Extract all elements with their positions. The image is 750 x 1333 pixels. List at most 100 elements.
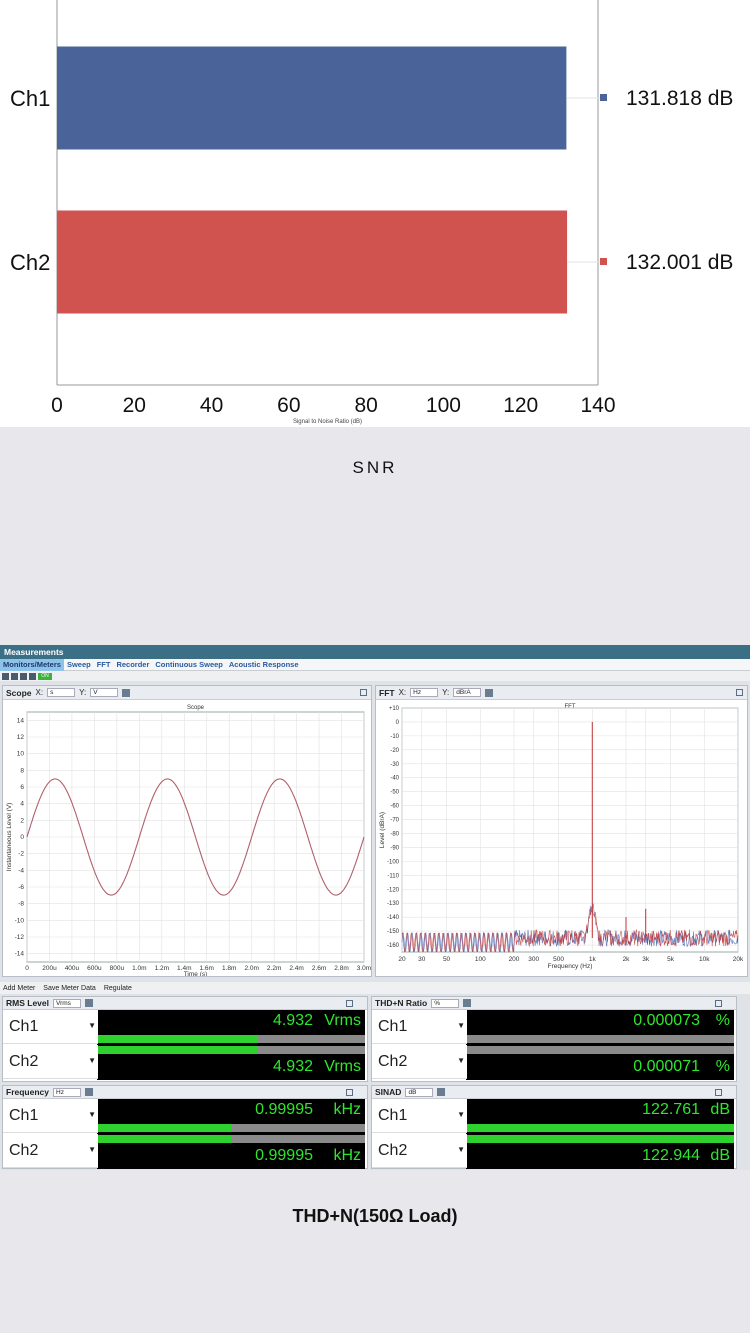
meter-display: 0.99995 kHz 0.99995 kHz bbox=[97, 1099, 365, 1169]
meter-level-bar bbox=[466, 1124, 734, 1132]
meter-channel-row[interactable]: Ch2 ▼ bbox=[372, 1134, 467, 1168]
scope-y-tick-label: 2 bbox=[20, 817, 24, 824]
tab-monitors-meters[interactable]: Monitors/Meters bbox=[0, 658, 64, 671]
meter-popout-icon[interactable] bbox=[346, 1089, 353, 1096]
fft-label: FFT bbox=[379, 687, 395, 698]
fft-y-tick-label: -160 bbox=[387, 943, 400, 949]
tab-acoustic-response[interactable]: Acoustic Response bbox=[226, 659, 302, 671]
meter-channel-label: Ch2 bbox=[9, 1053, 39, 1070]
save-icon[interactable] bbox=[20, 672, 27, 680]
meter-channel-row[interactable]: Ch1 ▼ bbox=[372, 1010, 467, 1044]
meter-channel-row[interactable]: Ch2 ▼ bbox=[3, 1045, 98, 1079]
snr-x-tick-label: 80 bbox=[354, 394, 377, 417]
tab-recorder[interactable]: Recorder bbox=[113, 659, 152, 671]
channel-dropdown-icon[interactable]: ▼ bbox=[457, 1145, 465, 1154]
meter-display: 122.761 dB 122.944 dB bbox=[466, 1099, 734, 1169]
meter-channel-label: Ch1 bbox=[378, 1107, 408, 1124]
regulate-button[interactable]: Regulate bbox=[104, 985, 132, 992]
snr-x-tick-label: 140 bbox=[580, 394, 615, 417]
meter-unit-select[interactable]: Hz bbox=[53, 1087, 81, 1097]
fft-x-unit-select[interactable]: Hz bbox=[410, 688, 439, 697]
meter-value: 4.932 bbox=[272, 1058, 313, 1075]
tab-sweep[interactable]: Sweep bbox=[64, 659, 94, 671]
channel-dropdown-icon[interactable]: ▼ bbox=[88, 1110, 96, 1119]
meter-unit-select[interactable]: dB bbox=[405, 1087, 434, 1097]
fft-y-unit-select[interactable]: dBrA bbox=[453, 688, 482, 697]
fft-y-label: Y: bbox=[442, 688, 450, 697]
snr-bar bbox=[57, 46, 567, 150]
scope-x-label: X: bbox=[35, 688, 44, 697]
fft-x-tick-label: 50 bbox=[443, 956, 451, 963]
scope-x-tick-label: 0 bbox=[25, 965, 29, 972]
meter-channel-label: Ch2 bbox=[378, 1053, 408, 1070]
meter-channel-row[interactable]: Ch1 ▼ bbox=[3, 1099, 98, 1133]
meter-channel-row[interactable]: Ch2 ▼ bbox=[372, 1045, 467, 1079]
channel-dropdown-icon[interactable]: ▼ bbox=[457, 1056, 465, 1065]
snr-value-label: 132.001 dB bbox=[626, 251, 733, 274]
tab-fft[interactable]: FFT bbox=[94, 659, 114, 671]
add-meter-button[interactable]: Add Meter bbox=[3, 985, 35, 992]
meter-popout-icon[interactable] bbox=[715, 1089, 722, 1096]
open-icon[interactable] bbox=[11, 672, 18, 680]
snr-caption: SNR bbox=[352, 458, 398, 477]
on-toggle[interactable]: ON bbox=[38, 672, 52, 680]
meter-panel: SINAD dB 122.761 dB 122.944 dB Ch1 ▼ Ch2 ▼ bbox=[371, 1085, 737, 1169]
scope-y-tick-label: 6 bbox=[20, 784, 24, 791]
meter-title: THD+N Ratio bbox=[375, 998, 428, 1008]
meter-channel-label: Ch1 bbox=[378, 1018, 408, 1035]
channel-dropdown-icon[interactable]: ▼ bbox=[457, 1021, 465, 1030]
fft-popout-icon[interactable] bbox=[736, 689, 743, 696]
scope-x-tick-label: 1.8m bbox=[222, 965, 236, 972]
fft-settings-icon[interactable] bbox=[485, 688, 494, 697]
snr-chart-panel: Ch1 131.818 dB Ch2 132.001 dB 0 20 40 60 80 100 12… bbox=[0, 0, 750, 427]
channel-dropdown-icon[interactable]: ▼ bbox=[88, 1021, 96, 1030]
scope-popout-icon[interactable] bbox=[360, 689, 367, 696]
fft-y-tick-label: -150 bbox=[387, 929, 400, 935]
snr-chart: Ch1 131.818 dB Ch2 132.001 dB 0 20 40 60 80 100 12… bbox=[10, 0, 733, 425]
scope-x-unit-select[interactable]: s bbox=[47, 688, 76, 697]
meter-channel-row[interactable]: Ch1 ▼ bbox=[3, 1010, 98, 1044]
scope-x-tick-label: 2.6m bbox=[312, 965, 326, 972]
snr-category-label: Ch1 bbox=[10, 86, 50, 111]
fft-x-axis-label: Frequency (Hz) bbox=[548, 963, 593, 970]
snr-value-label: 131.818 dB bbox=[626, 87, 733, 110]
tab-bar: Monitors/Meters Sweep FFT Recorder Conti… bbox=[0, 658, 750, 671]
scope-y-tick-label: -8 bbox=[18, 901, 24, 908]
toolbar: ON bbox=[0, 671, 750, 681]
meter-value: 4.932 bbox=[272, 1012, 313, 1029]
meter-settings-icon[interactable] bbox=[85, 999, 93, 1007]
meter-unit: kHz bbox=[333, 1147, 361, 1164]
tab-continuous-sweep[interactable]: Continuous Sweep bbox=[152, 659, 226, 671]
meter-channel-row[interactable]: Ch2 ▼ bbox=[3, 1134, 98, 1168]
meter-channel-label: Ch1 bbox=[9, 1018, 39, 1035]
channel-dropdown-icon[interactable]: ▼ bbox=[457, 1110, 465, 1119]
meter-popout-icon[interactable] bbox=[715, 1000, 722, 1007]
meter-title: SINAD bbox=[375, 1087, 402, 1097]
settings-icon[interactable] bbox=[29, 672, 36, 680]
fft-x-tick-label: 30 bbox=[418, 956, 426, 963]
scope-y-tick-label: 4 bbox=[20, 801, 24, 808]
channel-dropdown-icon[interactable]: ▼ bbox=[88, 1056, 96, 1065]
channel-dropdown-icon[interactable]: ▼ bbox=[88, 1145, 96, 1154]
meter-settings-icon[interactable] bbox=[85, 1088, 93, 1096]
scope-y-tick-label: -6 bbox=[18, 884, 24, 891]
scope-y-tick-label: -10 bbox=[15, 917, 25, 924]
new-icon[interactable] bbox=[2, 672, 9, 680]
meter-settings-icon[interactable] bbox=[437, 1088, 446, 1096]
scope-x-tick-label: 2.8m bbox=[334, 965, 348, 972]
meter-title: Frequency bbox=[6, 1087, 49, 1097]
scope-y-unit-select[interactable]: V bbox=[90, 688, 119, 697]
scope-settings-icon[interactable] bbox=[122, 688, 131, 697]
fft-header: FFT X: Hz Y: dBrA bbox=[376, 686, 747, 700]
save-meter-data-button[interactable]: Save Meter Data bbox=[43, 985, 96, 992]
meter-channel-row[interactable]: Ch1 ▼ bbox=[372, 1099, 467, 1133]
meter-unit: dB bbox=[710, 1101, 730, 1118]
meter-unit: Vrms bbox=[324, 1058, 361, 1075]
meter-unit-select[interactable]: % bbox=[431, 998, 460, 1008]
meter-level-bar bbox=[97, 1135, 365, 1143]
meter-settings-icon[interactable] bbox=[463, 999, 472, 1007]
meter-unit-select[interactable]: Vrms bbox=[53, 998, 81, 1008]
meter-popout-icon[interactable] bbox=[346, 1000, 353, 1007]
scope-y-tick-label: 14 bbox=[17, 717, 25, 724]
scope-y-tick-label: -2 bbox=[18, 851, 24, 858]
